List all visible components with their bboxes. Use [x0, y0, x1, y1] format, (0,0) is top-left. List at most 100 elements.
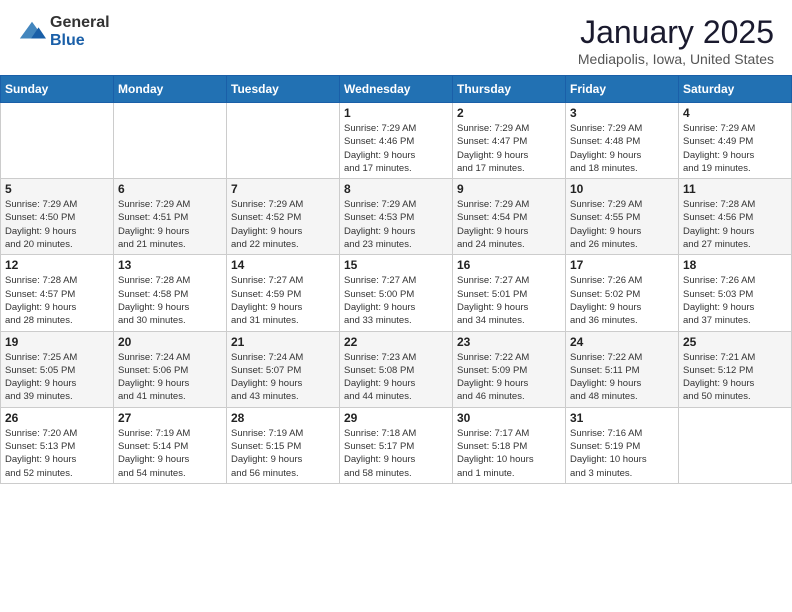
- day-info: Sunrise: 7:24 AM Sunset: 5:06 PM Dayligh…: [118, 351, 222, 404]
- calendar-cell: 10 Sunrise: 7:29 AM Sunset: 4:55 PM Dayli…: [566, 179, 679, 255]
- day-number: 16: [457, 258, 561, 272]
- weekday-header-tuesday: Tuesday: [227, 76, 340, 103]
- day-number: 9: [457, 182, 561, 196]
- calendar-cell: 4 Sunrise: 7:29 AM Sunset: 4:49 PM Daylig…: [679, 103, 792, 179]
- calendar-body: 1 Sunrise: 7:29 AM Sunset: 4:46 PM Daylig…: [1, 103, 792, 484]
- calendar-cell: 28 Sunrise: 7:19 AM Sunset: 5:15 PM Dayli…: [227, 407, 340, 483]
- calendar-cell: 3 Sunrise: 7:29 AM Sunset: 4:48 PM Daylig…: [566, 103, 679, 179]
- day-info: Sunrise: 7:22 AM Sunset: 5:11 PM Dayligh…: [570, 351, 674, 404]
- day-info: Sunrise: 7:19 AM Sunset: 5:15 PM Dayligh…: [231, 427, 335, 480]
- day-number: 5: [5, 182, 109, 196]
- calendar-cell: [1, 103, 114, 179]
- day-number: 23: [457, 335, 561, 349]
- calendar-cell: 12 Sunrise: 7:28 AM Sunset: 4:57 PM Dayli…: [1, 255, 114, 331]
- day-info: Sunrise: 7:18 AM Sunset: 5:17 PM Dayligh…: [344, 427, 448, 480]
- day-number: 19: [5, 335, 109, 349]
- calendar-cell: 17Sunrise: 7:26 AM Sunset: 5:02 PM Dayli…: [566, 255, 679, 331]
- calendar-cell: [114, 103, 227, 179]
- calendar-cell: 14 Sunrise: 7:27 AM Sunset: 4:59 PM Dayli…: [227, 255, 340, 331]
- day-number: 1: [344, 106, 448, 120]
- day-number: 6: [118, 182, 222, 196]
- calendar-cell: 30Sunrise: 7:17 AM Sunset: 5:18 PM Dayli…: [453, 407, 566, 483]
- weekday-header-wednesday: Wednesday: [340, 76, 453, 103]
- calendar-cell: 25Sunrise: 7:21 AM Sunset: 5:12 PM Dayli…: [679, 331, 792, 407]
- calendar-cell: 19 Sunrise: 7:25 AM Sunset: 5:05 PM Dayli…: [1, 331, 114, 407]
- calendar-cell: 24 Sunrise: 7:22 AM Sunset: 5:11 PM Dayli…: [566, 331, 679, 407]
- calendar-cell: 1 Sunrise: 7:29 AM Sunset: 4:46 PM Daylig…: [340, 103, 453, 179]
- day-info: Sunrise: 7:29 AM Sunset: 4:46 PM Dayligh…: [344, 122, 448, 175]
- calendar-cell: 16Sunrise: 7:27 AM Sunset: 5:01 PM Dayli…: [453, 255, 566, 331]
- logo: General Blue: [18, 14, 110, 49]
- calendar-cell: 21Sunrise: 7:24 AM Sunset: 5:07 PM Dayli…: [227, 331, 340, 407]
- day-number: 4: [683, 106, 787, 120]
- week-row-3: 12 Sunrise: 7:28 AM Sunset: 4:57 PM Dayli…: [1, 255, 792, 331]
- calendar-cell: [227, 103, 340, 179]
- calendar-cell: 15Sunrise: 7:27 AM Sunset: 5:00 PM Dayli…: [340, 255, 453, 331]
- location-text: Mediapolis, Iowa, United States: [578, 51, 774, 67]
- day-number: 3: [570, 106, 674, 120]
- day-info: Sunrise: 7:23 AM Sunset: 5:08 PM Dayligh…: [344, 351, 448, 404]
- day-info: Sunrise: 7:25 AM Sunset: 5:05 PM Dayligh…: [5, 351, 109, 404]
- logo-icon: [18, 18, 46, 46]
- calendar-cell: 22 Sunrise: 7:23 AM Sunset: 5:08 PM Dayli…: [340, 331, 453, 407]
- month-title: January 2025: [578, 14, 774, 51]
- weekday-row: SundayMondayTuesdayWednesdayThursdayFrid…: [1, 76, 792, 103]
- day-info: Sunrise: 7:29 AM Sunset: 4:49 PM Dayligh…: [683, 122, 787, 175]
- calendar-cell: 29 Sunrise: 7:18 AM Sunset: 5:17 PM Dayli…: [340, 407, 453, 483]
- day-number: 22: [344, 335, 448, 349]
- day-number: 10: [570, 182, 674, 196]
- calendar-cell: 18 Sunrise: 7:26 AM Sunset: 5:03 PM Dayli…: [679, 255, 792, 331]
- logo-general-text: General: [50, 14, 110, 32]
- calendar-cell: 31Sunrise: 7:16 AM Sunset: 5:19 PM Dayli…: [566, 407, 679, 483]
- calendar-cell: 2 Sunrise: 7:29 AM Sunset: 4:47 PM Daylig…: [453, 103, 566, 179]
- day-number: 21: [231, 335, 335, 349]
- calendar-cell: 11 Sunrise: 7:28 AM Sunset: 4:56 PM Dayli…: [679, 179, 792, 255]
- calendar-cell: 5 Sunrise: 7:29 AM Sunset: 4:50 PM Daylig…: [1, 179, 114, 255]
- day-info: Sunrise: 7:27 AM Sunset: 4:59 PM Dayligh…: [231, 274, 335, 327]
- logo-blue-text: Blue: [50, 32, 110, 50]
- calendar-cell: 13 Sunrise: 7:28 AM Sunset: 4:58 PM Dayli…: [114, 255, 227, 331]
- week-row-4: 19 Sunrise: 7:25 AM Sunset: 5:05 PM Dayli…: [1, 331, 792, 407]
- day-info: Sunrise: 7:28 AM Sunset: 4:56 PM Dayligh…: [683, 198, 787, 251]
- weekday-header-sunday: Sunday: [1, 76, 114, 103]
- day-number: 28: [231, 411, 335, 425]
- day-number: 29: [344, 411, 448, 425]
- week-row-2: 5 Sunrise: 7:29 AM Sunset: 4:50 PM Daylig…: [1, 179, 792, 255]
- day-number: 24: [570, 335, 674, 349]
- day-info: Sunrise: 7:28 AM Sunset: 4:58 PM Dayligh…: [118, 274, 222, 327]
- weekday-header-thursday: Thursday: [453, 76, 566, 103]
- calendar-page: General Blue January 2025 Mediapolis, Io…: [0, 0, 792, 484]
- page-header: General Blue January 2025 Mediapolis, Io…: [0, 0, 792, 75]
- day-info: Sunrise: 7:29 AM Sunset: 4:53 PM Dayligh…: [344, 198, 448, 251]
- day-number: 11: [683, 182, 787, 196]
- calendar-cell: 27Sunrise: 7:19 AM Sunset: 5:14 PM Dayli…: [114, 407, 227, 483]
- day-number: 13: [118, 258, 222, 272]
- day-info: Sunrise: 7:29 AM Sunset: 4:47 PM Dayligh…: [457, 122, 561, 175]
- day-info: Sunrise: 7:29 AM Sunset: 4:55 PM Dayligh…: [570, 198, 674, 251]
- calendar-header: SundayMondayTuesdayWednesdayThursdayFrid…: [1, 76, 792, 103]
- day-info: Sunrise: 7:28 AM Sunset: 4:57 PM Dayligh…: [5, 274, 109, 327]
- day-number: 26: [5, 411, 109, 425]
- day-number: 2: [457, 106, 561, 120]
- day-info: Sunrise: 7:19 AM Sunset: 5:14 PM Dayligh…: [118, 427, 222, 480]
- day-info: Sunrise: 7:29 AM Sunset: 4:50 PM Dayligh…: [5, 198, 109, 251]
- week-row-5: 26 Sunrise: 7:20 AM Sunset: 5:13 PM Dayli…: [1, 407, 792, 483]
- calendar-table: SundayMondayTuesdayWednesdayThursdayFrid…: [0, 75, 792, 484]
- day-number: 18: [683, 258, 787, 272]
- day-number: 20: [118, 335, 222, 349]
- day-number: 12: [5, 258, 109, 272]
- day-number: 8: [344, 182, 448, 196]
- weekday-header-monday: Monday: [114, 76, 227, 103]
- day-number: 14: [231, 258, 335, 272]
- day-info: Sunrise: 7:26 AM Sunset: 5:03 PM Dayligh…: [683, 274, 787, 327]
- day-info: Sunrise: 7:20 AM Sunset: 5:13 PM Dayligh…: [5, 427, 109, 480]
- day-info: Sunrise: 7:22 AM Sunset: 5:09 PM Dayligh…: [457, 351, 561, 404]
- day-info: Sunrise: 7:29 AM Sunset: 4:48 PM Dayligh…: [570, 122, 674, 175]
- day-info: Sunrise: 7:29 AM Sunset: 4:51 PM Dayligh…: [118, 198, 222, 251]
- day-number: 31: [570, 411, 674, 425]
- calendar-cell: 23 Sunrise: 7:22 AM Sunset: 5:09 PM Dayli…: [453, 331, 566, 407]
- calendar-cell: [679, 407, 792, 483]
- logo-text: General Blue: [50, 14, 110, 49]
- week-row-1: 1 Sunrise: 7:29 AM Sunset: 4:46 PM Daylig…: [1, 103, 792, 179]
- calendar-cell: 8 Sunrise: 7:29 AM Sunset: 4:53 PM Daylig…: [340, 179, 453, 255]
